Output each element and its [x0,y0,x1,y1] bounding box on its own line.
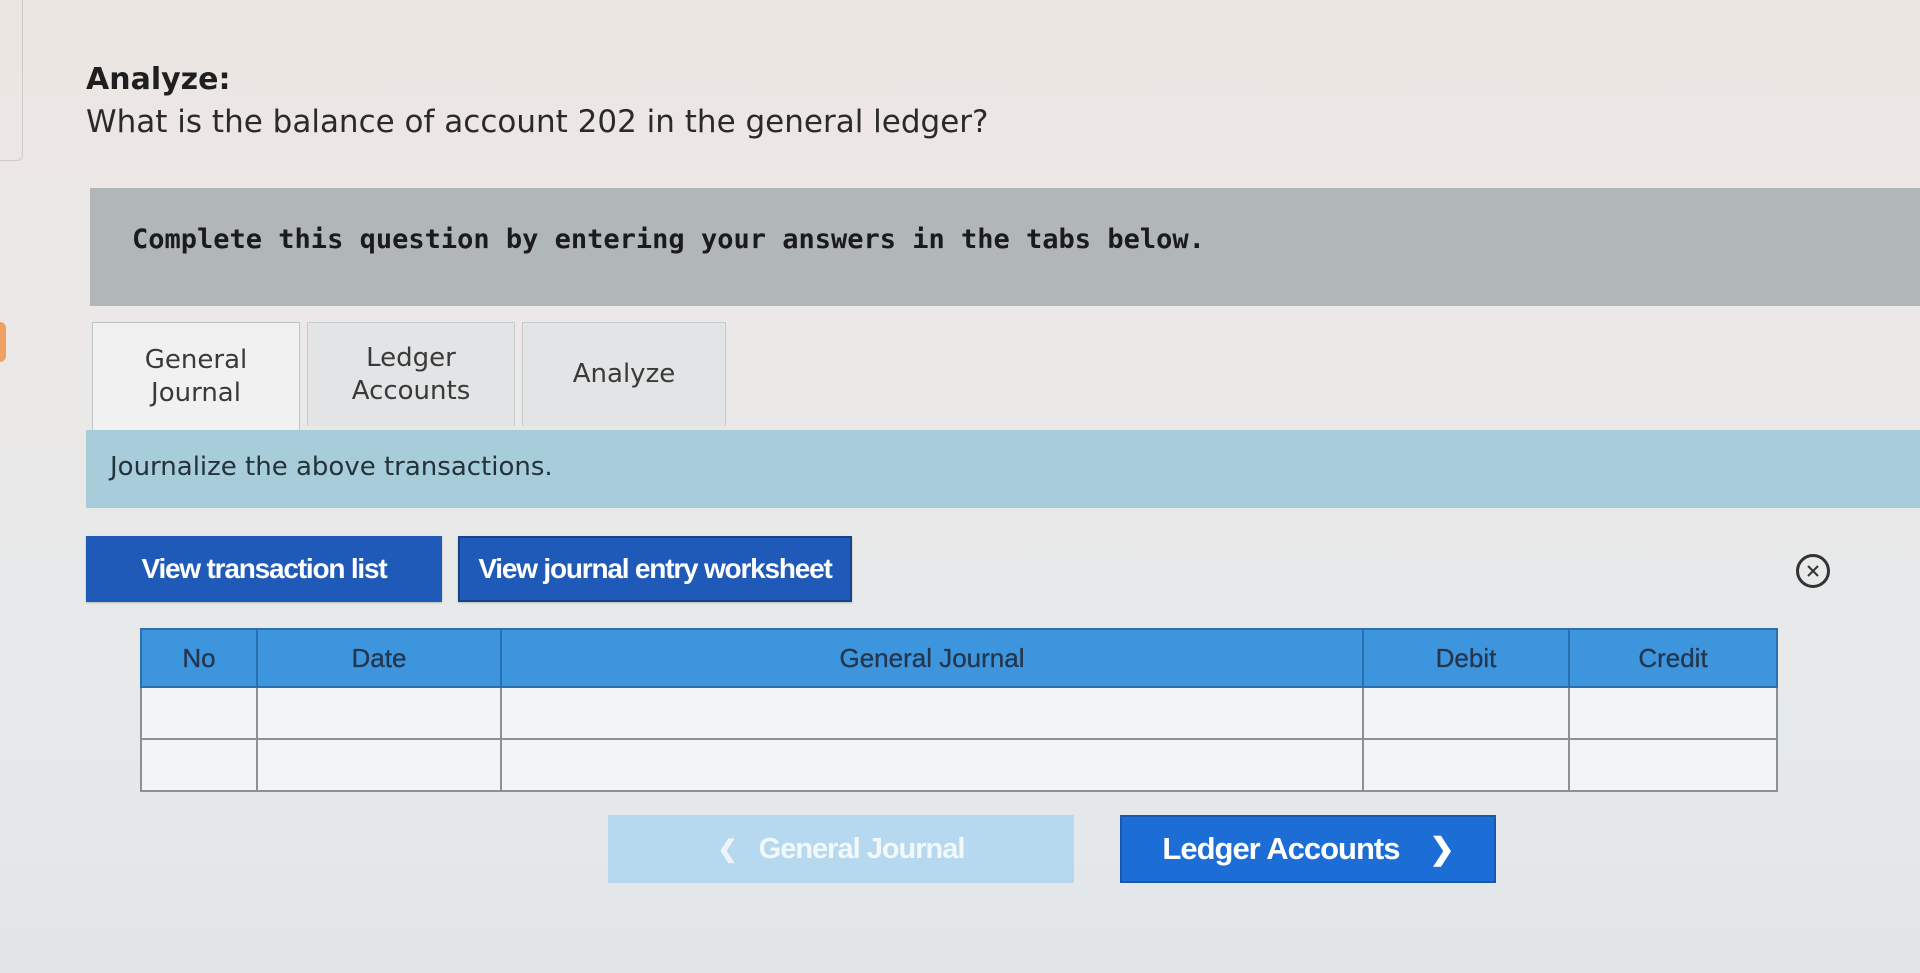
analyze-heading: Analyze: [86,62,231,97]
tab-general-journal-line2: Journal [151,377,241,408]
col-header-date: Date [256,628,502,688]
tab-analyze[interactable]: Analyze [522,322,726,426]
table-row [140,738,1778,792]
left-panel-edge [0,0,23,161]
instruction-banner: Complete this question by entering your … [90,188,1920,306]
tab-ledger-accounts-line1: Ledger [366,342,456,373]
next-ledger-accounts-button[interactable]: Ledger Accounts ❯ [1120,815,1496,883]
cell-debit[interactable] [1362,686,1570,740]
col-header-credit: Credit [1568,628,1778,688]
col-header-no: No [140,628,258,688]
cell-general-journal[interactable] [500,686,1364,740]
cell-date[interactable] [256,738,502,792]
view-journal-entry-worksheet-button[interactable]: View journal entry worksheet [458,536,852,602]
general-journal-table: No Date General Journal Debit Credit [140,628,1778,792]
side-marker [0,322,6,362]
instruction-text: Complete this question by entering your … [132,224,1205,255]
col-header-general-journal: General Journal [500,628,1364,688]
tab-instruction-text: Journalize the above transactions. [110,452,553,482]
col-header-debit: Debit [1362,628,1570,688]
tab-ledger-accounts-line2: Accounts [351,375,471,406]
cell-credit[interactable] [1568,738,1778,792]
next-button-label: Ledger Accounts [1162,831,1400,866]
tab-analyze-label: Analyze [572,359,676,389]
tab-instruction-banner: Journalize the above transactions. [86,430,1920,508]
question-text: What is the balance of account 202 in th… [86,104,989,140]
tab-general-journal[interactable]: General Journal [92,322,300,430]
prev-button-label: General Journal [758,832,966,865]
cell-no[interactable] [140,738,258,792]
cell-no[interactable] [140,686,258,740]
close-icon[interactable] [1796,554,1830,588]
cell-date[interactable] [256,686,502,740]
prev-general-journal-button: ❮ General Journal [608,815,1074,883]
view-transaction-list-button[interactable]: View transaction list [86,536,442,602]
chevron-right-icon: ❯ [1429,832,1454,866]
table-header-row: No Date General Journal Debit Credit [140,628,1778,688]
tab-general-journal-line1: General [144,344,248,375]
cell-credit[interactable] [1568,686,1778,740]
tab-ledger-accounts[interactable]: Ledger Accounts [307,322,515,426]
close-x-glyph [1807,565,1819,577]
cell-debit[interactable] [1362,738,1570,792]
chevron-left-icon: ❮ [717,835,738,863]
table-row [140,686,1778,740]
cell-general-journal[interactable] [500,738,1364,792]
